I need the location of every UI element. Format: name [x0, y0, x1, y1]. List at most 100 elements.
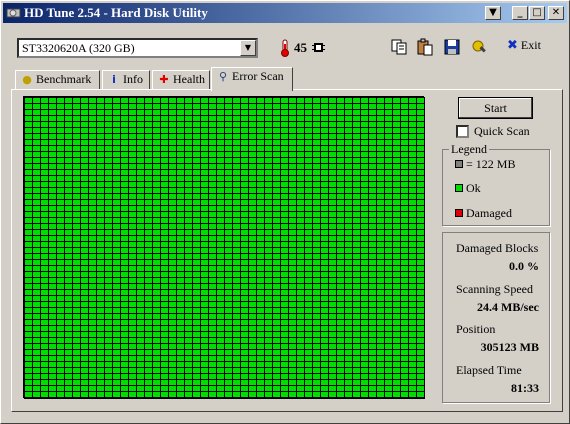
scan-block [73, 272, 80, 277]
scan-block [153, 182, 160, 187]
tab-info[interactable]: i Info [102, 70, 150, 89]
scan-block [177, 122, 184, 127]
paste-icon[interactable] [416, 38, 434, 56]
scan-block [417, 380, 424, 385]
scan-block [65, 302, 72, 307]
scan-block [313, 308, 320, 313]
scan-block [241, 158, 248, 163]
scan-block [145, 338, 152, 343]
scan-block [409, 230, 416, 235]
scan-block [249, 110, 256, 115]
scan-block [169, 380, 176, 385]
scan-block [73, 254, 80, 259]
scan-block [337, 344, 344, 349]
scan-block [193, 314, 200, 319]
scan-block [209, 224, 216, 229]
scan-block [65, 230, 72, 235]
scan-block [249, 134, 256, 139]
scan-block [225, 368, 232, 373]
scan-block [81, 392, 88, 397]
scan-block [377, 110, 384, 115]
scan-block [305, 344, 312, 349]
scan-block [417, 260, 424, 265]
scan-block [25, 356, 32, 361]
scan-block [169, 254, 176, 259]
scan-block [233, 110, 240, 115]
scan-block [329, 236, 336, 241]
scan-block [225, 164, 232, 169]
scan-block [249, 368, 256, 373]
scan-block [233, 326, 240, 331]
scan-block [145, 356, 152, 361]
scan-block [377, 224, 384, 229]
scan-block [97, 194, 104, 199]
damaged-blocks-value: 0.0 % [509, 259, 539, 273]
exit-button[interactable]: ✖ Exit [507, 38, 541, 56]
scan-block [409, 350, 416, 355]
minimize-button[interactable]: _ [512, 6, 528, 20]
scan-block [105, 314, 112, 319]
dropdown-menu-button[interactable]: ▼ [485, 6, 501, 20]
scan-block [345, 98, 352, 103]
chevron-down-icon[interactable]: ▼ [240, 40, 256, 56]
scan-block [401, 242, 408, 247]
tab-error-scan[interactable]: ⚲ Error Scan [211, 67, 293, 91]
scan-block [73, 278, 80, 283]
scan-block [41, 230, 48, 235]
scan-block [289, 104, 296, 109]
scan-block [185, 218, 192, 223]
scan-block [137, 200, 144, 205]
scan-block [409, 122, 416, 127]
save-icon[interactable] [443, 38, 461, 56]
scan-block [33, 242, 40, 247]
scan-block [225, 266, 232, 271]
scan-block [193, 206, 200, 211]
scan-block [73, 308, 80, 313]
scan-block [241, 338, 248, 343]
quick-scan-checkbox-box[interactable] [456, 125, 469, 138]
scan-block [49, 212, 56, 217]
title-bar[interactable]: HD Tune 2.54 - Hard Disk Utility ▼ _ □ ✕ [3, 3, 567, 23]
scan-block [377, 380, 384, 385]
scan-block [161, 230, 168, 235]
scan-block [193, 164, 200, 169]
scan-block [241, 164, 248, 169]
scan-block [33, 194, 40, 199]
scan-block [417, 236, 424, 241]
scan-block [129, 278, 136, 283]
legend-block-size-label: = 122 MB [466, 157, 516, 171]
scan-block [161, 188, 168, 193]
scan-block [65, 284, 72, 289]
scan-block [345, 290, 352, 295]
maximize-button[interactable]: □ [529, 6, 545, 20]
scan-block [65, 374, 72, 379]
scan-block [113, 284, 120, 289]
scan-block [241, 350, 248, 355]
scan-block [273, 380, 280, 385]
scan-block [217, 194, 224, 199]
drive-select[interactable]: ST3320620A (320 GB) ▼ [17, 38, 258, 58]
scan-block [337, 224, 344, 229]
scan-block [81, 164, 88, 169]
scan-block [41, 362, 48, 367]
scan-block [393, 368, 400, 373]
scan-block [337, 128, 344, 133]
scan-block [329, 194, 336, 199]
copy-icon[interactable] [390, 38, 408, 56]
scan-block [361, 380, 368, 385]
scan-block [57, 164, 64, 169]
tab-benchmark[interactable]: ● Benchmark [15, 70, 100, 89]
scan-block [177, 104, 184, 109]
scan-block [313, 350, 320, 355]
scan-block [185, 206, 192, 211]
scan-block [321, 332, 328, 337]
scan-block [153, 296, 160, 301]
tab-health[interactable]: ✚ Health [152, 70, 210, 89]
start-button[interactable]: Start [458, 97, 533, 119]
scan-block [49, 314, 56, 319]
scan-block [129, 230, 136, 235]
scan-block [105, 194, 112, 199]
options-wrench-icon[interactable] [470, 38, 488, 56]
scan-block [409, 152, 416, 157]
close-button[interactable]: ✕ [548, 6, 564, 20]
